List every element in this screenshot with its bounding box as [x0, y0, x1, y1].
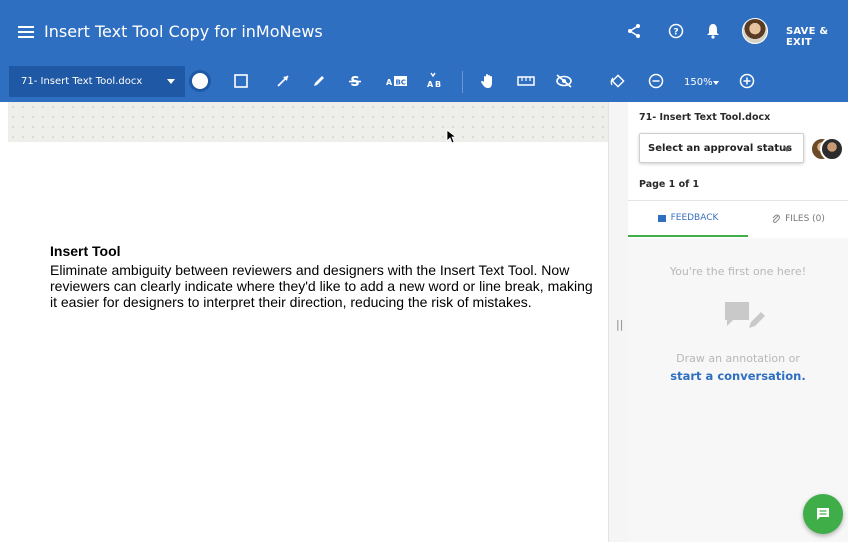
tab-feedback-label: FEEDBACK	[670, 213, 719, 223]
zoom-chevron-down-icon[interactable]	[713, 81, 719, 85]
strikethrough-tool-icon[interactable]: S	[344, 70, 366, 92]
svg-text:A: A	[386, 78, 393, 87]
svg-text:BC: BC	[396, 79, 406, 87]
circle-tool-icon[interactable]	[189, 70, 211, 92]
document-heading: Insert Tool	[50, 243, 121, 259]
tab-feedback[interactable]: FEEDBACK	[628, 201, 748, 237]
chat-edit-icon	[725, 302, 765, 328]
empty-state-hint: Draw an annotation or	[676, 352, 800, 365]
approval-status-select[interactable]: Select an approval status	[639, 133, 804, 163]
insert-text-tool-icon[interactable]: AB	[424, 70, 446, 92]
toolbar-divider	[462, 71, 463, 93]
zoom-level[interactable]: 150%	[684, 77, 713, 88]
reviewer-avatars[interactable]	[810, 137, 846, 163]
new-comment-button[interactable]	[803, 494, 843, 534]
pan-hand-icon[interactable]	[477, 70, 499, 92]
bell-icon[interactable]	[702, 20, 724, 42]
file-select-label: 71- Insert Text Tool.docx	[21, 76, 143, 87]
zoom-in-icon[interactable]	[736, 70, 758, 92]
share-icon[interactable]	[623, 20, 645, 42]
paperclip-icon	[772, 214, 781, 223]
hide-annotations-eye-icon[interactable]	[553, 70, 575, 92]
start-conversation-link[interactable]: start a conversation.	[628, 369, 848, 383]
file-select[interactable]: 71- Insert Text Tool.docx	[9, 66, 185, 97]
page-indicator: Page 1 of 1	[639, 179, 700, 190]
measure-ruler-icon[interactable]	[515, 70, 537, 92]
tab-files[interactable]: FILES (0)	[748, 201, 848, 237]
rectangle-tool-icon[interactable]	[230, 70, 252, 92]
arrow-tool-icon[interactable]	[272, 70, 294, 92]
chevron-down-icon	[783, 147, 791, 152]
approval-status-label: Select an approval status	[648, 143, 793, 154]
app-header: Insert Text Tool Copy for inMoNews ? SAV…	[0, 0, 848, 63]
pen-tool-icon[interactable]	[308, 70, 330, 92]
mouse-cursor-icon	[446, 129, 456, 144]
svg-text:?: ?	[673, 28, 678, 38]
zoom-out-icon[interactable]	[645, 70, 667, 92]
svg-text:B: B	[435, 80, 441, 89]
menu-icon[interactable]	[18, 26, 34, 38]
replace-text-tool-icon[interactable]: A BC	[384, 70, 410, 92]
user-avatar[interactable]	[742, 18, 768, 44]
comment-icon	[817, 508, 829, 520]
drag-handle-icon[interactable]: ||	[616, 318, 623, 331]
document-body-text: Eliminate ambiguity between reviewers an…	[50, 262, 593, 310]
page-title: Insert Text Tool Copy for inMoNews	[44, 22, 323, 41]
help-icon[interactable]: ?	[665, 20, 687, 42]
flag-icon	[657, 214, 666, 222]
panel-file-name: 71- Insert Text Tool.docx	[639, 112, 771, 123]
chevron-down-icon	[167, 79, 175, 84]
svg-text:A: A	[427, 80, 434, 89]
save-exit-button[interactable]: SAVE & EXIT	[786, 26, 848, 48]
document-canvas[interactable]	[0, 102, 608, 542]
avatar[interactable]	[820, 137, 844, 161]
page-margin-strip	[8, 102, 608, 142]
empty-state-title: You're the first one here!	[669, 265, 807, 278]
rotate-icon[interactable]	[606, 70, 628, 92]
annotation-toolbar: 71- Insert Text Tool.docx S ABC AB 150%	[0, 63, 848, 102]
tab-files-label: FILES (0)	[785, 214, 825, 224]
